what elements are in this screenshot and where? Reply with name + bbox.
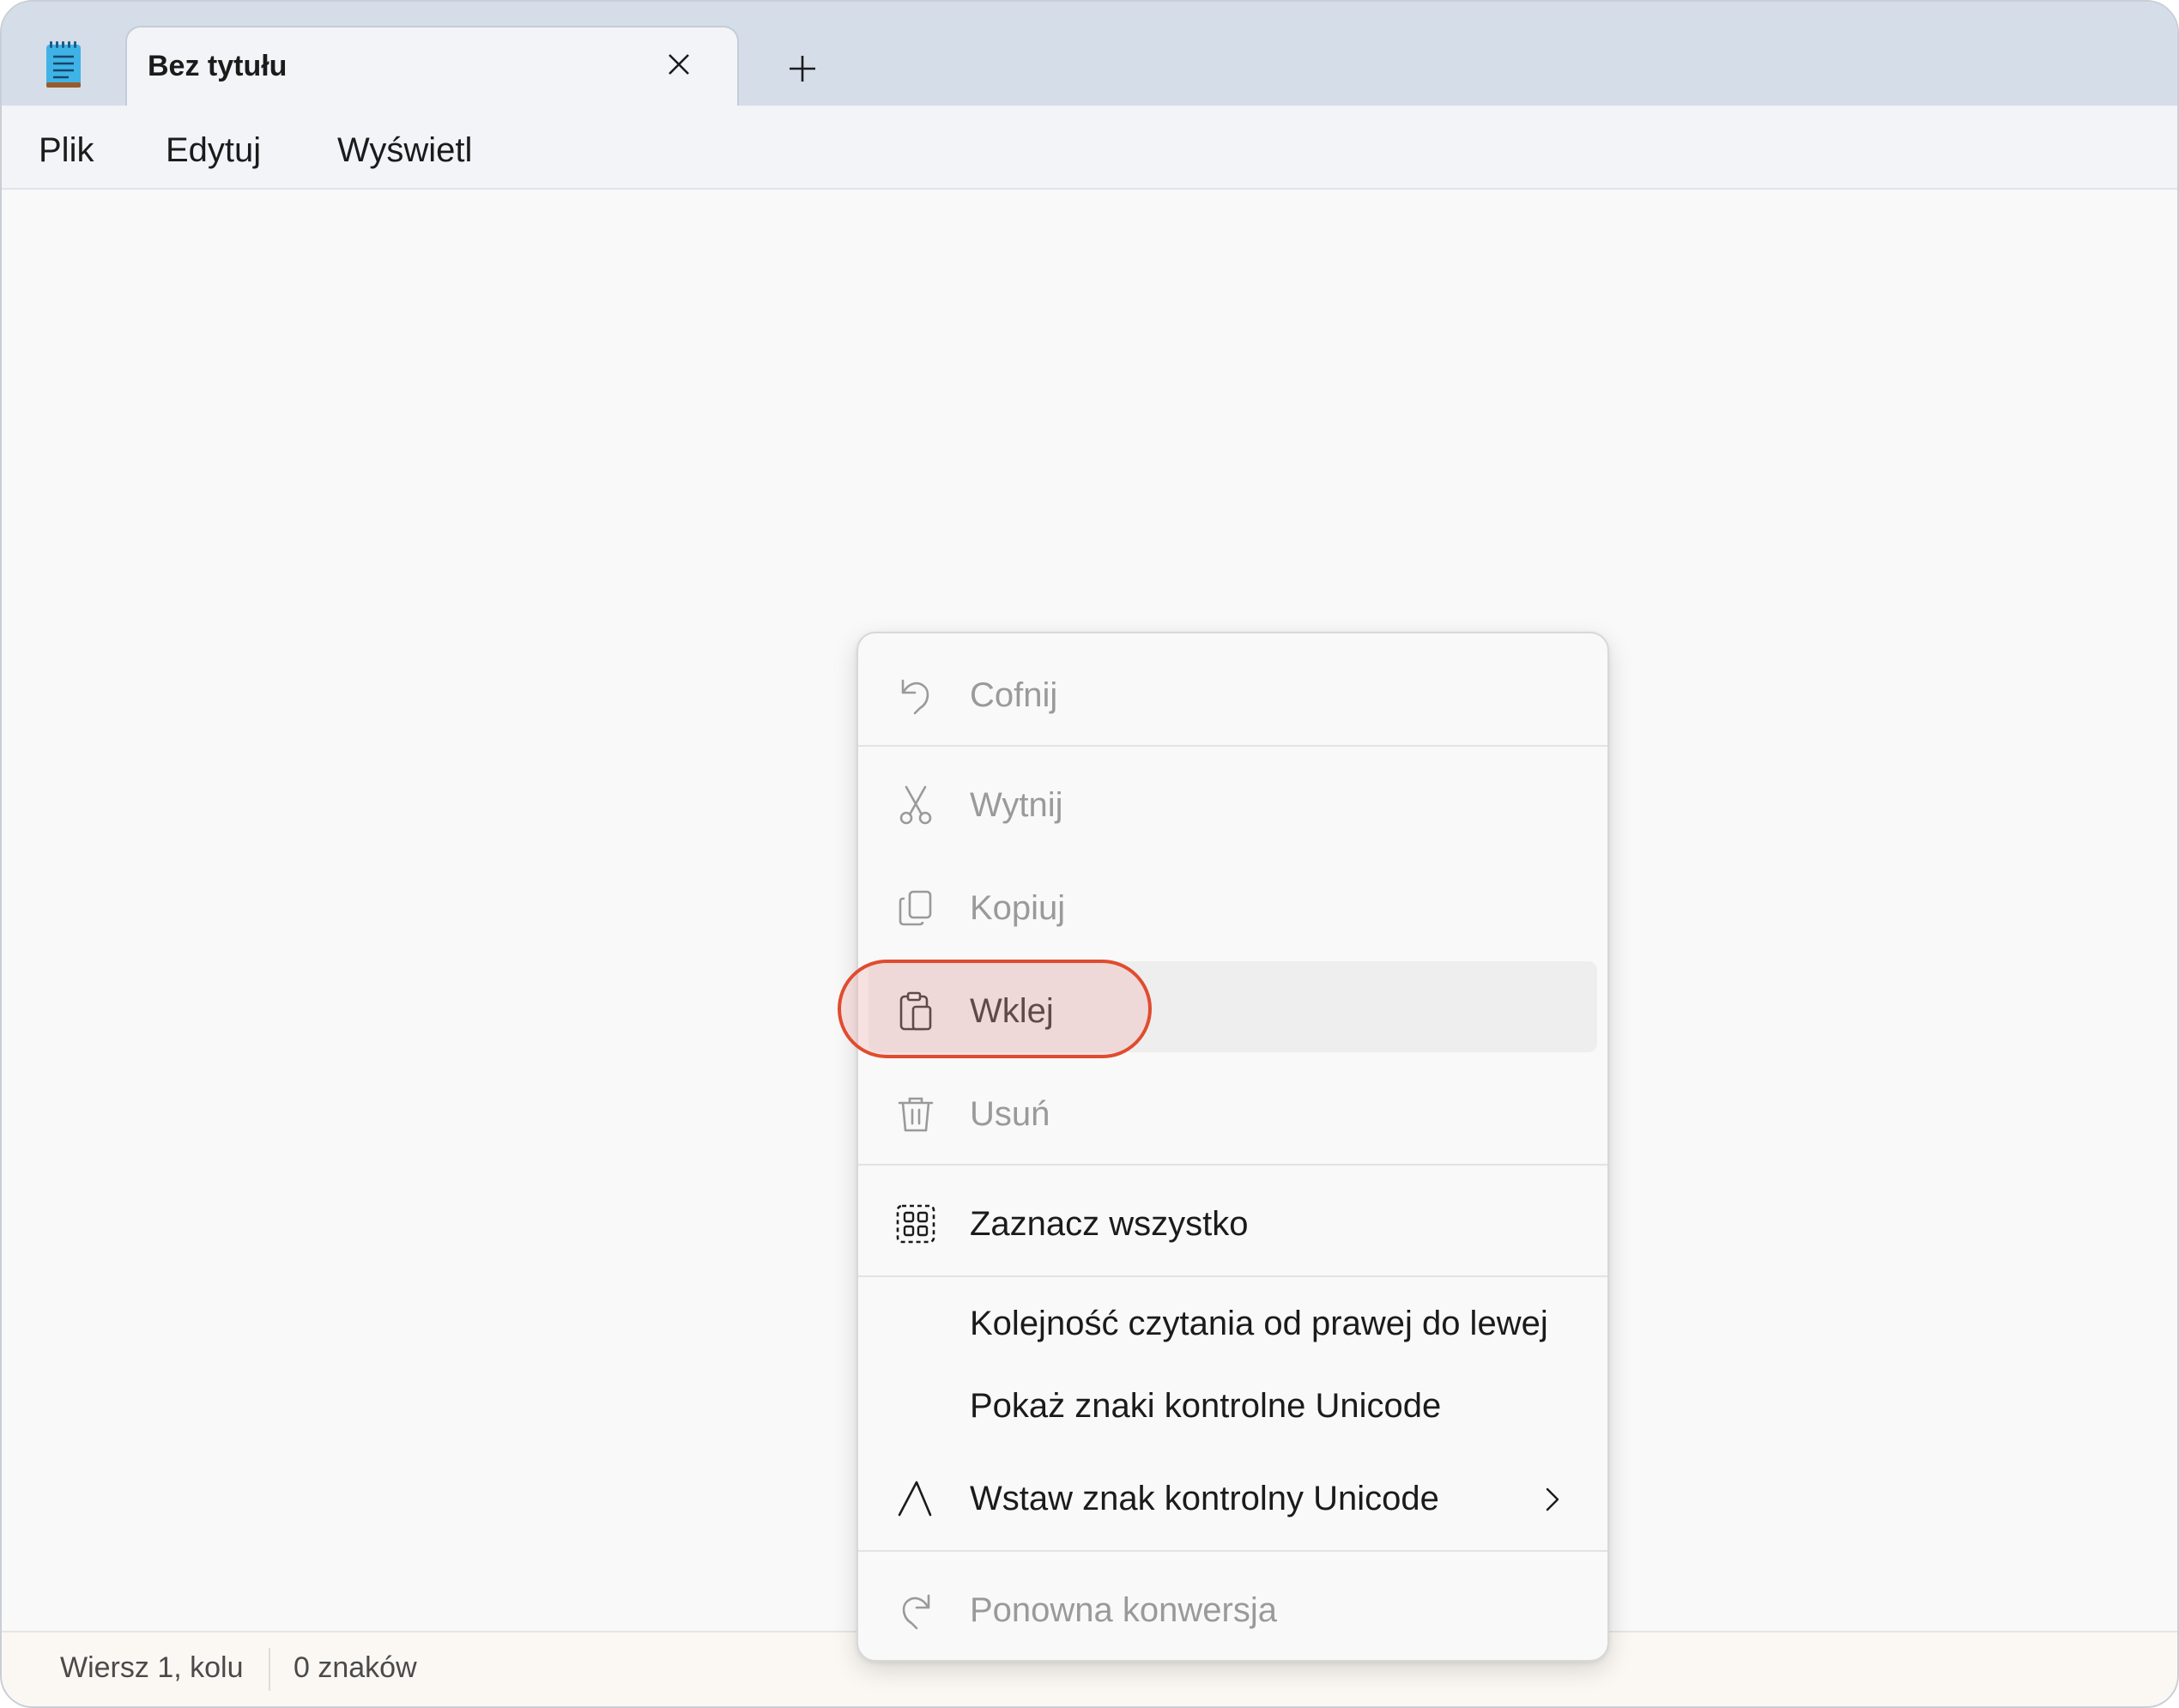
menu-item-reconvert[interactable]: Ponowna konwersja [858, 1566, 1607, 1655]
select-all-icon [896, 1204, 935, 1244]
undo-icon [901, 679, 929, 715]
close-icon[interactable] [659, 45, 699, 84]
menu-item-insert-unicode-control[interactable]: Wstaw znak kontrolny Unicode [858, 1454, 1607, 1543]
menu-item-label: Wytnij [970, 786, 1063, 824]
highlight-ring [838, 960, 1152, 1058]
character-count: 0 znaków [294, 1651, 417, 1684]
menu-item-copy[interactable]: Kopiuj [858, 863, 1607, 953]
title-bar: Bez tytułu [2, 2, 2177, 110]
menu-item-label: Kopiuj [970, 889, 1066, 927]
chevron-right-icon [1546, 1487, 1559, 1511]
menu-separator [858, 1550, 1607, 1552]
menu-item-delete[interactable]: Usuń [858, 1069, 1607, 1159]
menu-item-show-unicode-control[interactable]: Pokaż znaki kontrolne Unicode [858, 1361, 1607, 1451]
cursor-position: Wiersz 1, kolu [60, 1651, 244, 1684]
menu-item-label: Kolejność czytania od prawej do lewej [970, 1305, 1548, 1342]
menu-bar: Plik Edytuj Wyświetl [2, 106, 2177, 190]
menu-separator [858, 1275, 1607, 1277]
plus-icon[interactable] [778, 45, 826, 93]
menu-view[interactable]: Wyświetl [337, 131, 472, 170]
context-menu: Cofnij Wytnij Kopiuj Wklej Usuń Zaznacz … [856, 632, 1609, 1662]
menu-separator [858, 1164, 1607, 1166]
menu-item-select-all[interactable]: Zaznacz wszystko [858, 1179, 1607, 1269]
notepad-icon [46, 41, 81, 88]
status-divider [269, 1648, 270, 1691]
menu-separator [858, 745, 1607, 747]
tab-untitled[interactable]: Bez tytułu [125, 26, 739, 110]
menu-item-label: Ponowna konwersja [970, 1591, 1277, 1629]
trash-icon [898, 1097, 934, 1132]
menu-edit[interactable]: Edytuj [166, 131, 261, 170]
scissors-icon [899, 785, 932, 825]
tab-title: Bez tytułu [148, 50, 288, 82]
menu-item-undo[interactable]: Cofnij [858, 651, 1607, 740]
menu-item-label: Cofnij [970, 676, 1058, 714]
menu-item-label: Wstaw znak kontrolny Unicode [970, 1480, 1439, 1517]
caret-icon [898, 1481, 932, 1517]
menu-item-label: Pokaż znaki kontrolne Unicode [970, 1387, 1442, 1425]
menu-item-cut[interactable]: Wytnij [858, 760, 1607, 850]
menu-item-label: Usuń [970, 1095, 1050, 1133]
menu-item-rtl-reading-order[interactable]: Kolejność czytania od prawej do lewej [858, 1279, 1607, 1368]
menu-file[interactable]: Plik [39, 131, 94, 170]
copy-icon [899, 890, 932, 926]
menu-item-label: Zaznacz wszystko [970, 1205, 1249, 1243]
reconvert-icon [902, 1594, 930, 1630]
